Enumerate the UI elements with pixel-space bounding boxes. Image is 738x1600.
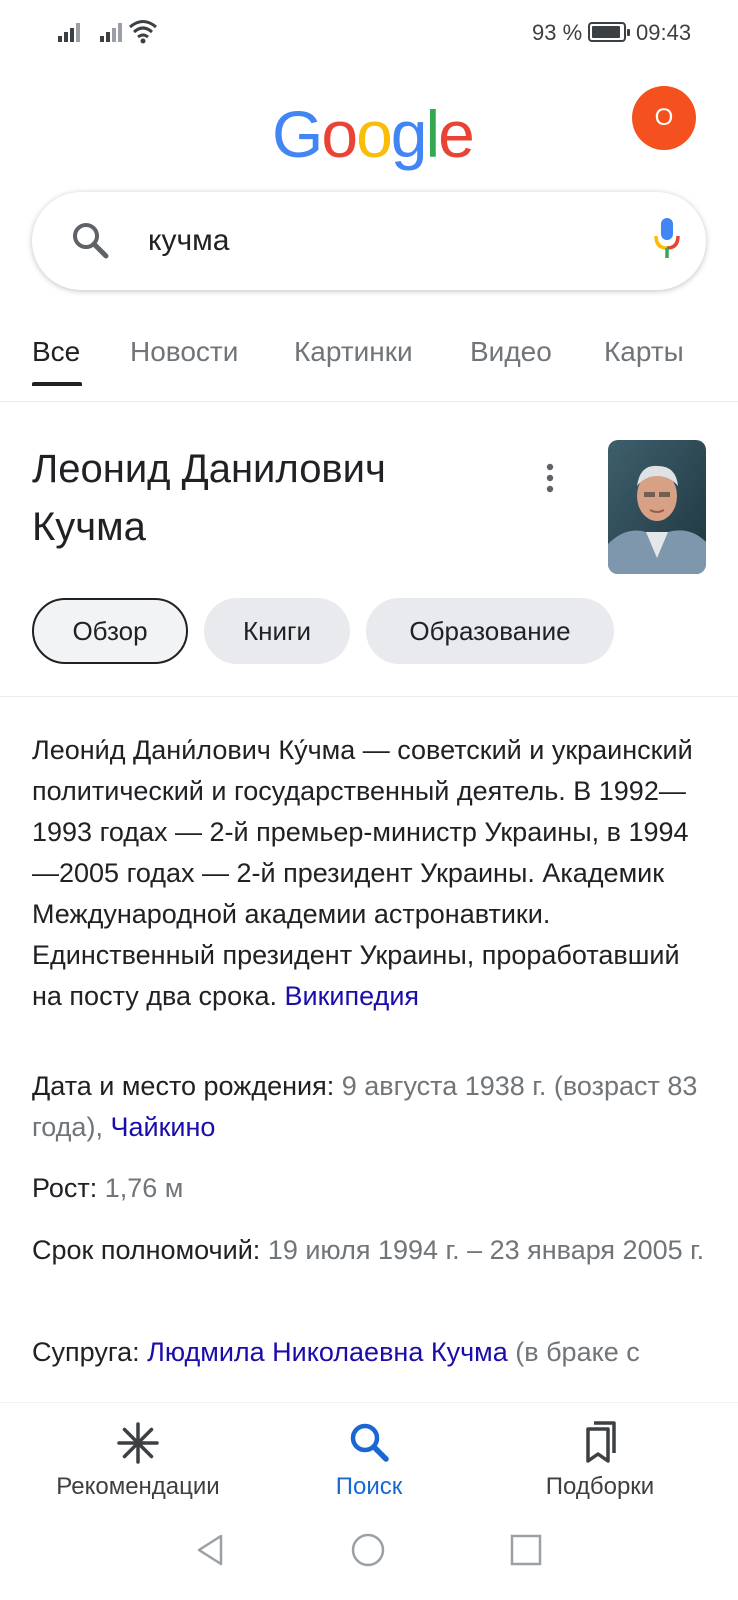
fact-label: Дата и место рождения:: [32, 1071, 335, 1101]
chip-overview[interactable]: Обзор: [32, 598, 188, 664]
clock: 09:43: [636, 20, 692, 45]
wikipedia-link[interactable]: Википедия: [285, 981, 420, 1011]
asterisk-icon: [117, 1422, 159, 1464]
entity-photo[interactable]: [608, 440, 706, 574]
wifi-icon: [129, 20, 157, 44]
fact-label: Срок полномочий:: [32, 1235, 261, 1265]
section-divider: [0, 696, 738, 697]
entity-title: Леонид Данилович Кучма: [32, 447, 386, 549]
fact-spouse: Супруга: Людмила Николаевна Кучма (в бра…: [32, 1332, 712, 1373]
bottom-navigation: Рекомендации Поиск Подборки: [0, 1402, 738, 1518]
search-icon: [350, 1423, 389, 1462]
search-input[interactable]: [148, 216, 608, 266]
nav-label: Подборки: [545, 1473, 655, 1500]
birthplace-link[interactable]: Чайкино: [110, 1112, 215, 1142]
portrait-image: [608, 440, 706, 574]
google-logo: Google: [272, 97, 475, 171]
fact-value: 19 июля 1994 г. – 23 января 2005 г.: [267, 1235, 705, 1265]
system-navigation-bar: [0, 1518, 738, 1600]
spouse-link[interactable]: Людмила Николаевна Кучма: [147, 1337, 508, 1367]
status-bar: 93 % 09:43: [0, 0, 738, 64]
nav-search[interactable]: Поиск: [249, 1403, 489, 1519]
tab-video[interactable]: Видео: [470, 336, 552, 368]
active-tab-indicator: [32, 382, 82, 386]
battery-percent: 93 %: [532, 20, 583, 45]
fact-height: Рост: 1,76 м: [32, 1168, 712, 1209]
bookmarks-icon: [586, 1421, 616, 1463]
cellular-signal-icon-2: [100, 23, 122, 42]
battery-icon: [588, 22, 630, 42]
avatar-letter: О: [654, 104, 674, 131]
chip-books[interactable]: Книги: [204, 598, 350, 664]
nav-label: Поиск: [335, 1473, 403, 1500]
fact-label: Супруга:: [32, 1337, 140, 1367]
nav-collections[interactable]: Подборки: [480, 1403, 720, 1519]
fact-value: (в браке с: [515, 1337, 640, 1367]
nav-recommendations[interactable]: Рекомендации: [18, 1403, 258, 1519]
tab-images[interactable]: Картинки: [294, 336, 413, 368]
description-text: Леони́д Дани́лович Ку́чма — советский и …: [32, 735, 693, 1011]
cellular-signal-icon: [58, 23, 80, 42]
tab-maps[interactable]: Карты: [604, 336, 684, 368]
search-box[interactable]: [32, 192, 706, 290]
home-icon[interactable]: [350, 1532, 386, 1568]
nav-label: Рекомендации: [56, 1473, 220, 1500]
microphone-icon[interactable]: [652, 216, 682, 262]
fact-term: Срок полномочий: 19 июля 1994 г. – 23 ян…: [32, 1230, 712, 1271]
fact-birth: Дата и место рождения: 9 августа 1938 г.…: [32, 1066, 712, 1148]
search-tabs: Все Новости Картинки Видео Карты: [0, 326, 738, 402]
more-options-icon[interactable]: [544, 462, 556, 494]
entity-description: Леони́д Дани́лович Ку́чма — советский и …: [32, 730, 712, 1017]
tab-news[interactable]: Новости: [130, 336, 238, 368]
back-icon[interactable]: [192, 1532, 228, 1568]
recents-icon[interactable]: [508, 1532, 544, 1568]
fact-value: 1,76 м: [104, 1173, 184, 1203]
battery-level: [592, 26, 620, 38]
search-icon[interactable]: [70, 220, 110, 260]
chip-education[interactable]: Образование: [366, 598, 614, 664]
tab-all[interactable]: Все: [32, 336, 80, 368]
account-avatar[interactable]: О: [632, 86, 696, 150]
fact-label: Рост:: [32, 1173, 98, 1203]
